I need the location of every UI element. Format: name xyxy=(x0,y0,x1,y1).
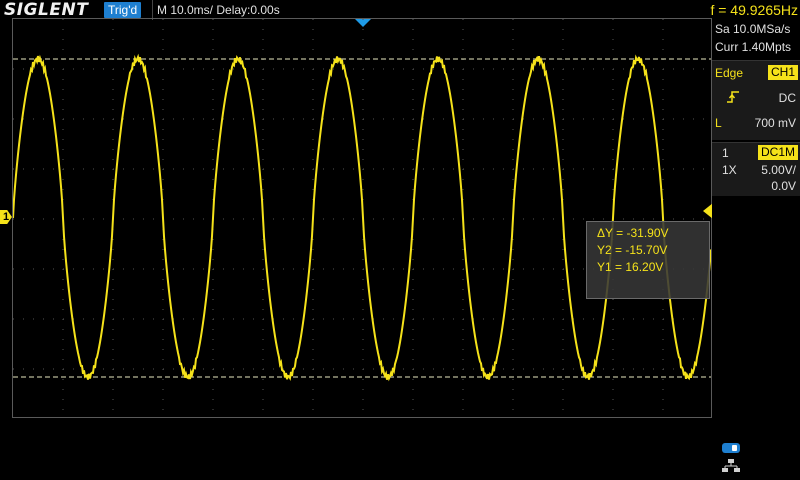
cursor-measurement-box: ΔY = -31.90V Y2 = -15.70V Y1 = 16.20V xyxy=(586,221,710,299)
trigger-source-badge: CH1 xyxy=(767,65,798,80)
vertical-offset: 0.0V xyxy=(771,179,796,193)
trigger-coupling: DC xyxy=(778,91,796,105)
trigger-panel[interactable]: Edge CH1 DC L 700 mV xyxy=(712,60,800,140)
cursor-delta-y: ΔY = -31.90V xyxy=(597,226,669,240)
trigger-level-label: L xyxy=(715,116,722,130)
top-status-bar: SIGLENT Trig'd M 10.0ms/ Delay:0.00s f =… xyxy=(0,0,800,20)
channel1-panel[interactable]: 1 DC1M 1X 5.00V/ 0.0V xyxy=(712,142,800,196)
rising-edge-icon xyxy=(727,91,739,103)
sample-rate: Sa 10.0MSa/s xyxy=(715,22,791,36)
network-icon xyxy=(722,459,740,472)
usb-icon xyxy=(722,443,740,453)
frequency-readout: f = 49.9265Hz xyxy=(710,2,798,18)
cursor-y1: Y1 = 16.20V xyxy=(597,260,664,274)
trigger-level-value: 700 mV xyxy=(754,116,796,130)
ch1-ground-marker[interactable]: 1 xyxy=(0,210,12,224)
waveform-display[interactable] xyxy=(12,18,712,418)
memory-depth: Curr 1.40Mpts xyxy=(715,40,792,54)
timebase-readout[interactable]: M 10.0ms/ Delay:0.00s xyxy=(152,0,280,20)
right-info-panel: Sa 10.0MSa/s Curr 1.40Mpts Edge CH1 DC L… xyxy=(712,20,800,480)
waveform-svg xyxy=(13,19,711,417)
ch1-waveform xyxy=(13,53,711,382)
vertical-scale: 5.00V/ xyxy=(761,163,796,177)
brand-logo: SIGLENT xyxy=(4,0,89,20)
probe-attenuation: 1X xyxy=(722,163,737,177)
trigger-status-badge: Trig'd xyxy=(104,2,142,18)
trigger-type: Edge xyxy=(715,66,744,80)
channel-number: 1 xyxy=(722,146,729,160)
channel-coupling-badge: DC1M xyxy=(757,145,798,160)
cursor-y2: Y2 = -15.70V xyxy=(597,243,668,257)
